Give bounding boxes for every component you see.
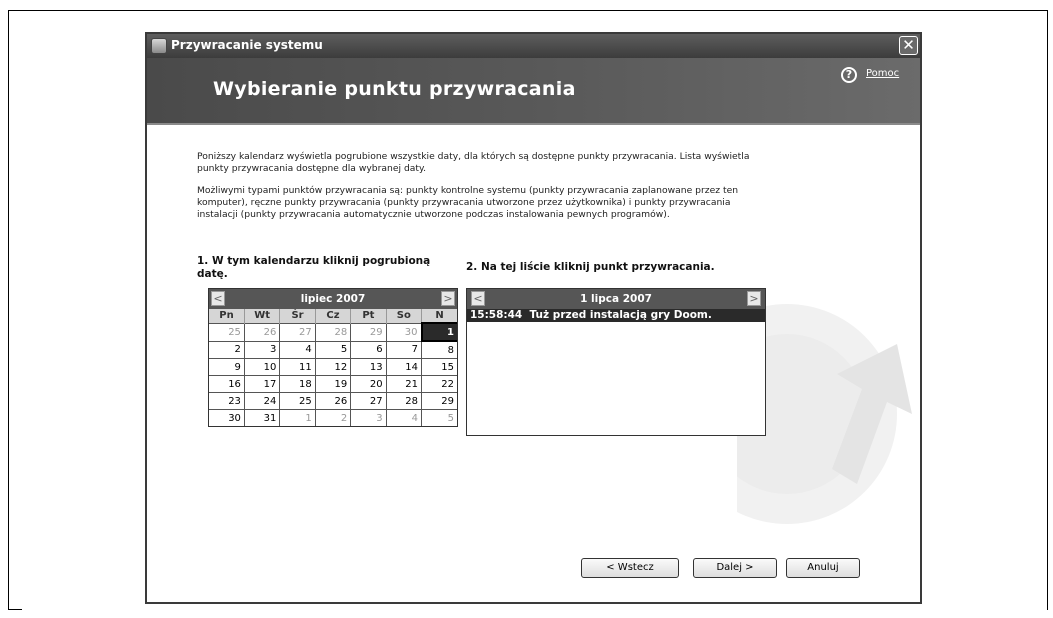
restore-point-description: Tuż przed instalacją gry Doom. (529, 309, 712, 321)
calendar-day[interactable]: 27 (279, 322, 316, 341)
help-circle-icon[interactable]: ? (841, 67, 857, 83)
weekday-header: Wt (244, 309, 281, 323)
calendar-week: 16 17 18 19 20 21 22 (209, 375, 457, 393)
calendar-day[interactable]: 14 (386, 358, 423, 376)
calendar-day-selected[interactable]: 1 (420, 322, 457, 342)
calendar-day[interactable]: 31 (244, 409, 281, 426)
calendar-day[interactable]: 17 (244, 375, 281, 393)
help-link[interactable]: Pomoc (866, 68, 899, 79)
calendar-day[interactable]: 3 (350, 409, 387, 426)
calendar-day[interactable]: 4 (386, 409, 423, 426)
restore-point-time: 15:58:44 (470, 309, 523, 321)
prev-month-button[interactable]: < (211, 291, 225, 306)
next-button[interactable]: Dalej > (693, 558, 777, 578)
calendar-day[interactable]: 26 (315, 392, 352, 410)
weekday-header: N (421, 309, 457, 323)
calendar-week: 2 3 4 5 6 7 8 (209, 340, 457, 359)
calendar-day[interactable]: 22 (421, 375, 457, 393)
next-day-button[interactable]: > (747, 291, 761, 306)
window-title: Przywracanie systemu (171, 38, 323, 52)
calendar-week: 30 31 1 2 3 4 5 (209, 409, 457, 426)
close-button[interactable]: ✕ (899, 36, 918, 55)
step2-label: 2. Na tej liście kliknij punkt przywraca… (466, 261, 715, 273)
calendar-grid: Pn Wt Śr Cz Pt So N 25 26 27 28 29 30 1 … (209, 309, 457, 426)
frame-corner (8, 609, 22, 610)
system-restore-window: Przywracanie systemu ✕ Wybieranie punktu… (145, 32, 922, 604)
prev-day-button[interactable]: < (471, 291, 485, 306)
weekday-header: Pn (209, 309, 245, 323)
calendar-day[interactable]: 9 (209, 358, 245, 376)
calendar-day[interactable]: 2 (209, 340, 245, 359)
weekday-header: So (386, 309, 423, 323)
calendar-day[interactable]: 3 (244, 340, 281, 359)
calendar-day[interactable]: 28 (315, 322, 352, 341)
calendar-week: 9 10 11 12 13 14 15 (209, 358, 457, 376)
restore-point-list: < 1 lipca 2007 > 15:58:44 Tuż przed inst… (466, 288, 766, 436)
header-separator (147, 123, 920, 125)
calendar-day[interactable]: 6 (350, 340, 387, 359)
calendar-day[interactable]: 13 (350, 358, 387, 376)
calendar-day[interactable]: 25 (279, 392, 316, 410)
title-bar: Przywracanie systemu ✕ (147, 34, 920, 58)
calendar-day[interactable]: 18 (279, 375, 316, 393)
calendar-day[interactable]: 5 (315, 340, 352, 359)
calendar-day[interactable]: 27 (350, 392, 387, 410)
calendar-week: 25 26 27 28 29 30 1 (209, 322, 457, 342)
weekday-header: Śr (279, 309, 316, 323)
weekday-header: Cz (315, 309, 352, 323)
calendar-day[interactable]: 23 (209, 392, 245, 410)
calendar-day[interactable]: 16 (209, 375, 245, 393)
wizard-header: Wybieranie punktu przywracania ? Pomoc (147, 58, 920, 123)
calendar-day[interactable]: 19 (315, 375, 352, 393)
calendar-day[interactable]: 21 (386, 375, 423, 393)
calendar-week: 23 24 25 26 27 28 29 (209, 392, 457, 410)
description-restore-types: Możliwymi typami punktów przywracania są… (197, 185, 739, 220)
calendar-day[interactable]: 30 (386, 322, 423, 341)
calendar-day[interactable]: 10 (244, 358, 281, 376)
calendar-day[interactable]: 24 (244, 392, 281, 410)
calendar-day[interactable]: 8 (421, 340, 457, 359)
calendar: < lipiec 2007 > Pn Wt Śr Cz Pt So N 25 2 (208, 288, 458, 427)
calendar-day[interactable]: 4 (279, 340, 316, 359)
calendar-day[interactable]: 12 (315, 358, 352, 376)
calendar-day[interactable]: 29 (421, 392, 457, 410)
calendar-day[interactable]: 1 (279, 409, 316, 426)
system-restore-icon (151, 38, 167, 54)
page-title: Wybieranie punktu przywracania (213, 78, 576, 100)
calendar-day[interactable]: 25 (209, 322, 245, 341)
calendar-day[interactable]: 28 (386, 392, 423, 410)
calendar-day[interactable]: 2 (315, 409, 352, 426)
calendar-month-label: lipiec 2007 (300, 293, 366, 305)
calendar-header: < lipiec 2007 > (209, 289, 457, 309)
calendar-day[interactable]: 5 (421, 409, 457, 426)
restore-point-item[interactable]: 15:58:44 Tuż przed instalacją gry Doom. (467, 309, 765, 322)
next-month-button[interactable]: > (441, 291, 455, 306)
step1-label: 1. W tym kalendarzu kliknij pogrubioną d… (197, 255, 431, 280)
restore-list-date: 1 lipca 2007 (580, 293, 652, 305)
calendar-day[interactable]: 15 (421, 358, 457, 376)
back-button[interactable]: < Wstecz (581, 558, 679, 578)
calendar-day[interactable]: 26 (244, 322, 281, 341)
weekday-row: Pn Wt Śr Cz Pt So N (209, 309, 457, 323)
weekday-header: Pt (350, 309, 387, 323)
calendar-day[interactable]: 30 (209, 409, 245, 426)
calendar-day[interactable]: 20 (350, 375, 387, 393)
description-calendar: Poniższy kalendarz wyświetla pogrubione … (197, 151, 750, 174)
calendar-day[interactable]: 7 (386, 340, 423, 359)
calendar-day[interactable]: 11 (279, 358, 316, 376)
calendar-day[interactable]: 29 (350, 322, 387, 341)
cancel-button[interactable]: Anuluj (786, 558, 860, 578)
restore-list-header: < 1 lipca 2007 > (467, 289, 765, 309)
